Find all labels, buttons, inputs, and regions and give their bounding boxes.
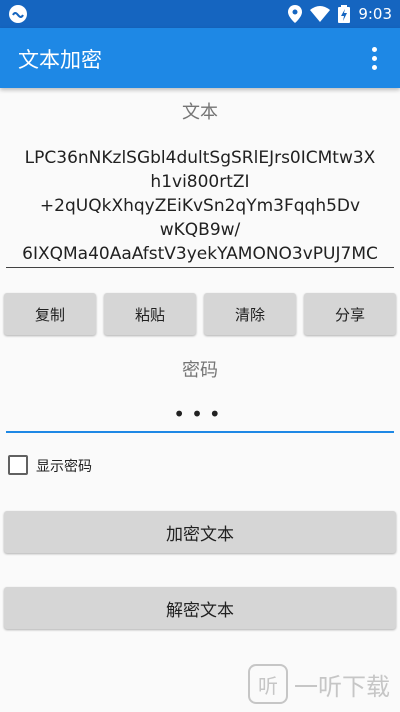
clear-button[interactable]: 清除 — [204, 293, 296, 335]
location-icon — [288, 5, 303, 23]
text-line: h1vi800rtZI — [150, 172, 250, 192]
text-input[interactable]: LPC36nNKzlSGbl4dultSgSRlEJrs0ICMtw3X h1v… — [6, 146, 394, 266]
watermark: 听 一听下载 — [248, 664, 390, 704]
decrypt-button[interactable]: 解密文本 — [4, 587, 396, 629]
watermark-badge: 听 — [248, 664, 288, 704]
show-password-label[interactable]: 显示密码 — [36, 456, 92, 476]
paste-button[interactable]: 粘贴 — [104, 293, 196, 335]
status-bar: 9:03 — [0, 0, 400, 28]
password-input-underline — [6, 431, 394, 433]
page-title: 文本加密 — [18, 48, 102, 72]
more-vert-icon[interactable] — [362, 44, 386, 72]
battery-charging-icon — [338, 5, 351, 23]
password-label: 密码 — [182, 360, 218, 381]
password-input[interactable]: ••• — [0, 402, 400, 426]
text-line: wKQB9w/ — [159, 220, 241, 240]
show-password-checkbox[interactable] — [8, 455, 28, 475]
app-bar: 文本加密 — [0, 28, 400, 88]
watermark-text: 一听下载 — [294, 672, 390, 701]
text-line: LPC36nNKzlSGbl4dultSgSRlEJrs0ICMtw3X — [24, 148, 376, 168]
text-input-underline — [6, 267, 394, 268]
text-line: +2qUQkXhqyZEiKvSn2qYm3Fqqh5Dv — [39, 196, 361, 216]
encrypt-button[interactable]: 加密文本 — [4, 511, 396, 553]
text-label: 文本 — [182, 102, 218, 123]
wifi-icon — [310, 6, 331, 22]
text-line: 6IXQMa40AaAfstV3yekYAMONO3vPUJ7MC — [22, 244, 378, 264]
copy-button[interactable]: 复制 — [4, 293, 96, 335]
share-button[interactable]: 分享 — [304, 293, 396, 335]
link-icon — [9, 5, 27, 23]
clock: 9:03 — [358, 5, 392, 23]
